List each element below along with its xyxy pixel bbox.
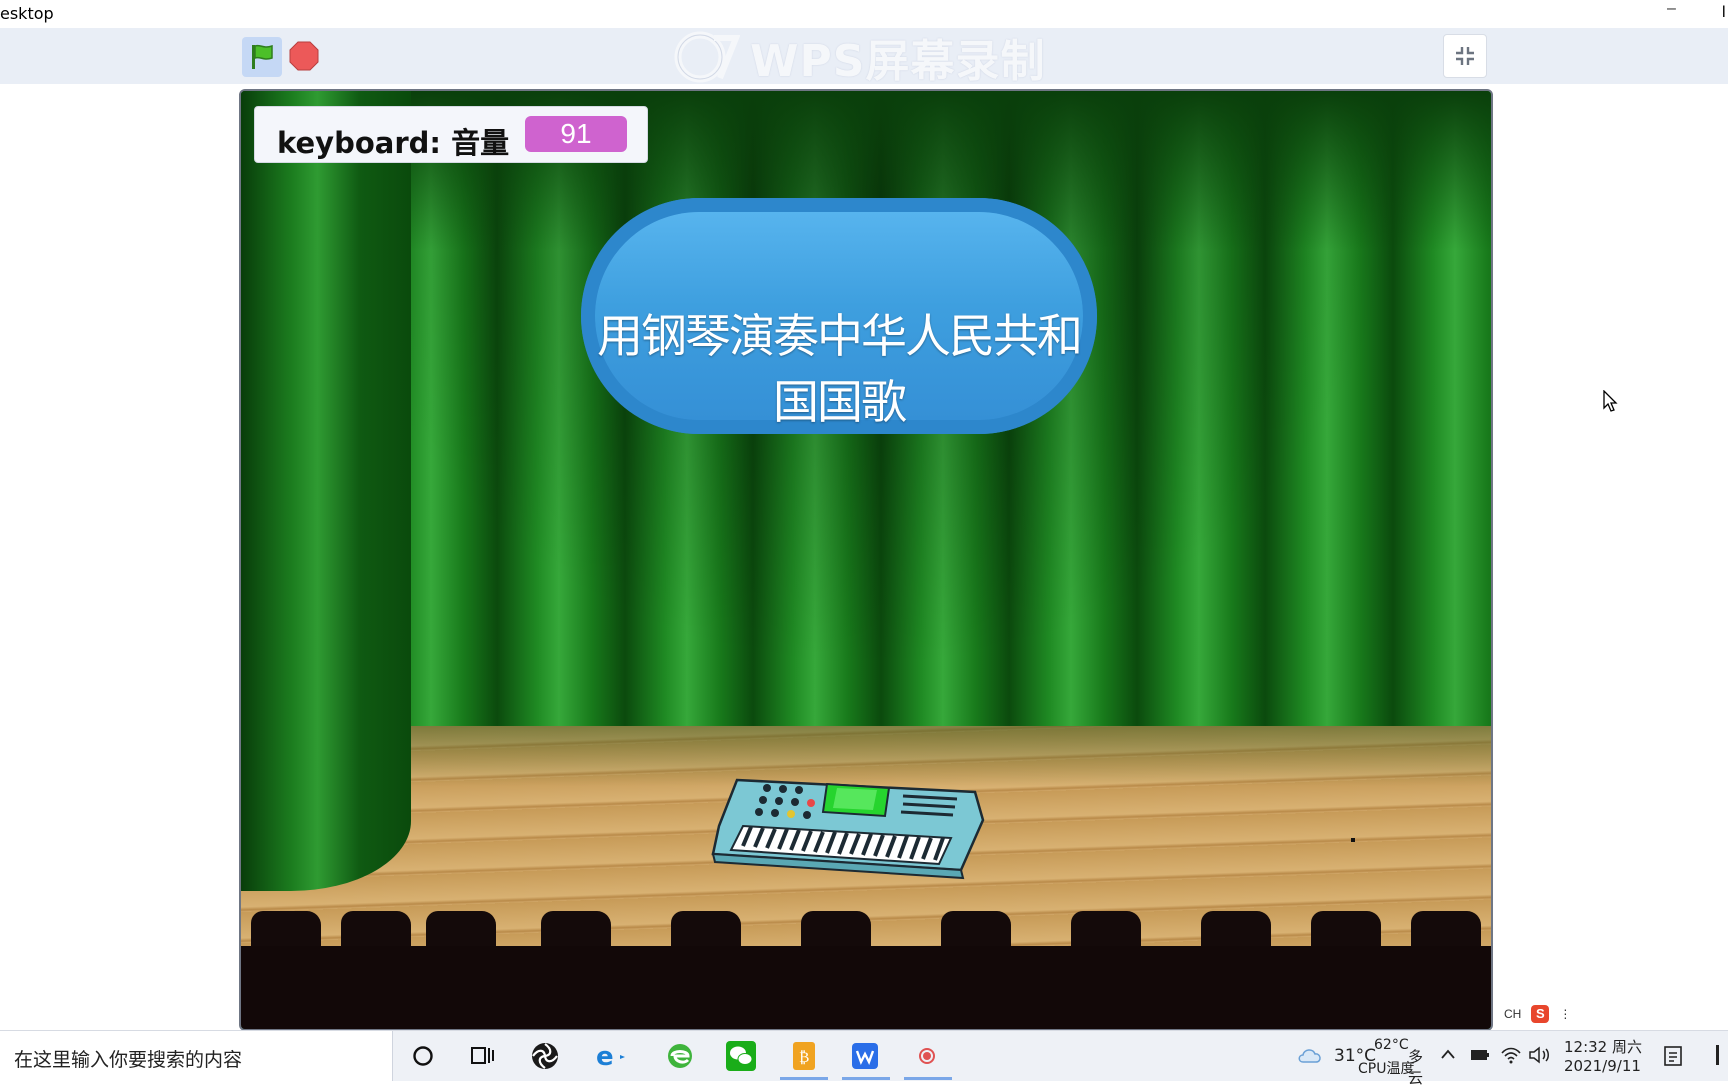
edge-browser-icon[interactable] [663,1039,697,1073]
window-titlebar: esktop – l [0,0,1728,28]
weather-widget[interactable]: 31°C 62°C 多云 CPU温度 [1296,1031,1426,1087]
battery-icon[interactable] [1470,1048,1490,1062]
exit-fullscreen-icon [1456,47,1474,65]
stage[interactable]: keyboard: 音量 91 用钢琴演奏中华人民共和国国歌 [239,89,1493,1031]
svg-text:e: e [596,1042,614,1071]
orange-app-icon[interactable]: ₿ [787,1039,821,1073]
cpu-temperature: 62°C [1374,1037,1409,1053]
sogou-ime-icon: S [1531,1005,1550,1023]
taskbar: 在这里输入你要搜索的内容 e ₿ 31°C 62°C 多云 CPU温度 12:3 [0,1030,1728,1087]
cloud-weather-icon [1298,1049,1321,1063]
task-view-icon[interactable] [466,1039,500,1073]
recording-watermark: WPS屏幕录制 [670,31,1045,87]
audience-silhouette [241,946,1491,1029]
wps-recorder-logo-icon [674,31,740,83]
watermark-text: WPS屏幕录制 [750,36,1046,87]
stop-sign-icon[interactable] [289,41,319,71]
variable-monitor[interactable]: keyboard: 音量 91 [254,106,648,163]
window-title: esktop [0,4,54,23]
cortana-icon[interactable] [406,1039,440,1073]
green-flag-icon [252,44,273,69]
ime-more-icon[interactable]: ⋮ [1559,1007,1571,1021]
monitor-value: 91 [525,116,627,152]
stage-dot [1351,838,1355,842]
left-curtain [241,91,411,891]
minimize-button[interactable]: – [1667,0,1676,18]
ie-browser-icon[interactable]: e [594,1039,628,1073]
wps-writer-icon[interactable] [848,1039,882,1073]
clock-time: 12:32 周六 [1564,1038,1642,1056]
show-desktop-button[interactable] [1716,1045,1719,1065]
monitor-label: keyboard: 音量 [277,126,510,160]
clock-date: 2021/9/11 [1564,1057,1641,1075]
chevron-up-icon[interactable] [1440,1048,1456,1060]
title-sprite[interactable]: 用钢琴演奏中华人民共和国国歌 [581,198,1097,434]
green-flag-button[interactable] [242,37,282,77]
ime-language: CH [1504,1007,1522,1021]
title-sprite-inner: 用钢琴演奏中华人民共和国国歌 [595,212,1083,429]
ime-indicator[interactable]: CH S ⋮ [1504,1005,1571,1023]
volume-icon[interactable] [1528,1045,1552,1065]
window-edge-glyph: l [1722,4,1726,21]
wifi-icon[interactable] [1500,1045,1522,1065]
app-swirl-icon[interactable] [528,1039,562,1073]
search-placeholder: 在这里输入你要搜索的内容 [14,1049,243,1071]
screen-recorder-icon[interactable] [910,1039,944,1073]
player-toolbar: WPS屏幕录制 [0,28,1728,87]
notification-icon[interactable] [1662,1045,1684,1067]
title-sprite-text: 用钢琴演奏中华人民共和国国歌 [597,309,1083,429]
wechat-icon[interactable] [724,1039,758,1073]
taskbar-search-box[interactable]: 在这里输入你要搜索的内容 [0,1031,393,1081]
cpu-temperature-label: CPU温度 [1358,1061,1415,1077]
keyboard-sprite-icon[interactable] [707,766,997,886]
mouse-cursor-icon [1603,390,1618,412]
taskbar-clock[interactable]: 12:32 周六 2021/9/11 [1564,1031,1654,1081]
exit-fullscreen-button[interactable] [1443,34,1487,78]
svg-text:₿: ₿ [799,1048,809,1066]
